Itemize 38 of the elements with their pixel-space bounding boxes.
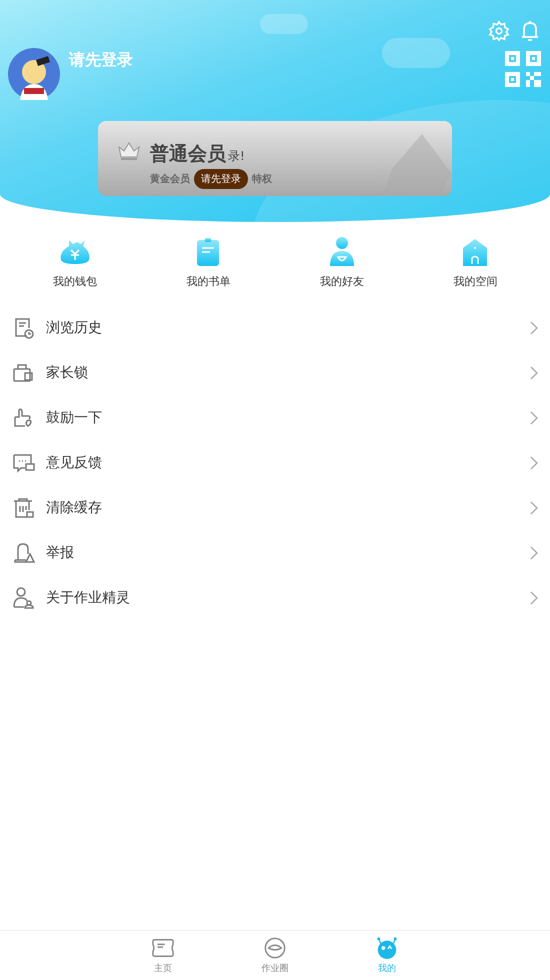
menu-item[interactable]: 举报 bbox=[0, 530, 550, 575]
shortcut-button[interactable]: 我的好友 bbox=[275, 236, 408, 289]
chevron-right-icon bbox=[530, 410, 538, 424]
menu-item[interactable]: 清除缓存 bbox=[0, 485, 550, 530]
avatar[interactable] bbox=[8, 48, 60, 100]
shortcut-button[interactable]: 我的书单 bbox=[142, 236, 275, 289]
shortcut-button[interactable]: 我的空间 bbox=[408, 236, 542, 289]
qr-code-icon[interactable] bbox=[504, 50, 542, 88]
member-title: 普通会员 bbox=[150, 142, 226, 167]
login-badge[interactable]: 请先登录 bbox=[194, 169, 248, 189]
chevron-right-icon bbox=[530, 590, 538, 604]
menu-item[interactable]: 浏览历史 bbox=[0, 305, 550, 350]
chevron-right-icon bbox=[530, 366, 538, 380]
menu-item[interactable]: 鼓励一下 bbox=[0, 395, 550, 440]
menu-item[interactable]: 意见反馈 bbox=[0, 440, 550, 485]
ticket-icon bbox=[152, 936, 174, 958]
mascot-icon bbox=[376, 936, 398, 958]
chevron-right-icon bbox=[530, 500, 538, 514]
settings-icon[interactable] bbox=[488, 20, 510, 42]
member-subtitle: 特权 bbox=[252, 172, 272, 186]
chevron-right-icon bbox=[530, 320, 538, 334]
member-card[interactable]: 普通会员录! 黄金会员 请先登录 特权 bbox=[98, 121, 452, 196]
cloud-shape bbox=[260, 14, 308, 34]
notice-text: 录! bbox=[228, 148, 245, 165]
bell-icon[interactable] bbox=[520, 20, 540, 42]
menu-item[interactable]: 家长锁 bbox=[0, 350, 550, 395]
chevron-right-icon bbox=[530, 546, 538, 560]
cloud-shape bbox=[382, 38, 450, 68]
tab[interactable]: 作业圈 bbox=[219, 931, 331, 980]
member-subtitle: 黄金会员 bbox=[150, 172, 190, 186]
circle-icon bbox=[264, 936, 286, 958]
trash-icon bbox=[12, 496, 36, 520]
chevron-right-icon bbox=[530, 456, 538, 470]
report-icon bbox=[12, 540, 36, 564]
tab[interactable]: 主页 bbox=[107, 931, 219, 980]
user-icon bbox=[12, 586, 36, 610]
shortcut-button[interactable]: 我的钱包 bbox=[8, 236, 142, 289]
menu-item[interactable]: 关于作业精灵 bbox=[0, 575, 550, 620]
